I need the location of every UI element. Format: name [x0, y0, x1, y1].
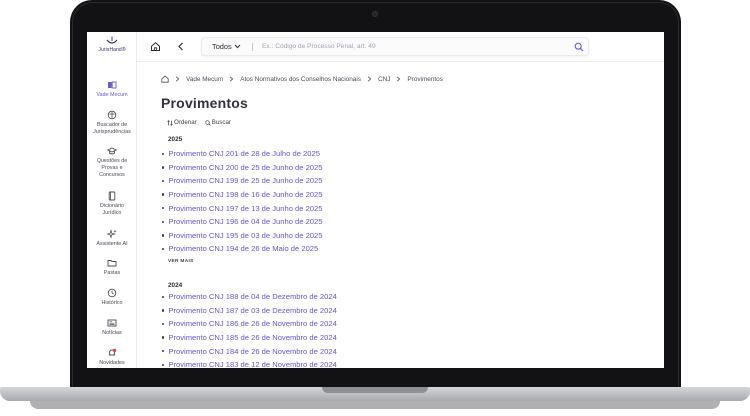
bell-icon [109, 348, 117, 356]
sidebar-item-whats-new[interactable]: Novidades [87, 348, 137, 367]
sort-label: Ordenar [174, 119, 197, 126]
page-title: Provimentos [161, 95, 248, 111]
sidebar-item-label: Questões de Provas e Concursos [96, 158, 128, 178]
sidebar-item-history[interactable]: Histórico [87, 288, 137, 307]
back-chevron-icon[interactable] [176, 41, 186, 52]
book-icon [108, 191, 116, 201]
document-link[interactable]: Provimento CNJ 194 de 26 de Maio de 2025 [161, 242, 322, 256]
document-link[interactable]: Provimento CNJ 198 de 16 de Junho de 202… [161, 188, 322, 202]
sidebar-item-label: Novidades [99, 360, 125, 366]
sidebar-item-news[interactable]: Notícias [87, 318, 137, 337]
search-divider [252, 43, 253, 51]
logo-mark-icon [106, 36, 118, 44]
history-icon [107, 288, 117, 298]
document-link[interactable]: Provimento CNJ 183 de 12 de Novembro de … [161, 358, 336, 368]
sidebar: JurisHand® Vade Mecum Buscador de Jurisp… [87, 32, 137, 368]
sidebar-item-label: Vade Mecum [96, 92, 128, 98]
breadcrumb: Vade Mecum Atos Normativos dos Conselhos… [161, 74, 443, 84]
laptop-base-notch [322, 387, 428, 393]
document-link[interactable]: Provimento CNJ 201 de 28 de Julho de 202… [161, 147, 322, 161]
book-open-icon [108, 81, 117, 89]
sidebar-item-folders[interactable]: Pastas [87, 258, 137, 277]
document-link[interactable]: Provimento CNJ 199 de 25 de Junho de 202… [161, 174, 322, 188]
chevron-right-icon [367, 76, 372, 82]
chevron-right-icon [230, 76, 234, 82]
document-list-2025: Provimento CNJ 201 de 28 de Julho de 202… [161, 147, 322, 256]
document-link[interactable]: Provimento CNJ 200 de 25 de Junho de 202… [161, 161, 322, 175]
sidebar-item-label: Pastas [103, 270, 121, 276]
sparkles-icon [107, 229, 117, 239]
laptop-base-shadow [30, 401, 720, 409]
app-screen: JurisHand® Vade Mecum Buscador de Jurisp… [87, 32, 664, 368]
graduation-cap-icon [107, 147, 117, 155]
filter-search-button[interactable]: Buscar [205, 119, 231, 126]
document-link[interactable]: Provimento CNJ 185 de 26 de Novembro de … [161, 331, 336, 345]
year-heading: 2024 [168, 282, 183, 289]
chevron-right-icon [175, 76, 180, 82]
search-label: Buscar [211, 119, 231, 126]
document-link[interactable]: Provimento CNJ 196 de 04 de Junho de 202… [161, 215, 322, 229]
search-scope-select[interactable]: Todos [212, 42, 232, 51]
search-icon [205, 119, 211, 126]
home-icon[interactable] [150, 41, 161, 52]
sort-button[interactable]: Ordenar [167, 119, 197, 126]
see-more-link[interactable]: VER MAIS [168, 259, 194, 264]
chevron-right-icon [397, 76, 401, 82]
main-content: Vade Mecum Atos Normativos dos Conselhos… [161, 62, 651, 368]
laptop-camera [372, 11, 378, 17]
year-heading: 2025 [168, 136, 183, 143]
document-link[interactable]: Provimento CNJ 187 de 03 de Dezembro de … [161, 304, 336, 318]
sidebar-item-label: Histórico [101, 300, 123, 306]
document-link[interactable]: Provimento CNJ 184 de 26 de Novembro de … [161, 344, 336, 358]
brand-logo[interactable]: JurisHand® [87, 36, 137, 53]
sidebar-item-label: Buscador de Jurisprudências [93, 122, 131, 135]
sidebar-item-ai-assistant[interactable]: Assistente AI [87, 229, 137, 248]
folder-icon [107, 260, 117, 267]
brand-name: JurisHand® [98, 47, 126, 53]
sidebar-item-vade-mecum[interactable]: Vade Mecum [87, 80, 137, 99]
breadcrumb-item[interactable]: Atos Normativos dos Conselhos Nacionais [240, 76, 361, 83]
breadcrumb-item[interactable]: Vade Mecum [186, 76, 223, 83]
sidebar-item-exam-questions[interactable]: Questões de Provas e Concursos [87, 146, 137, 178]
home-icon[interactable] [161, 75, 169, 83]
sort-icon [167, 119, 173, 126]
sidebar-item-label: Dicionário Jurídico [100, 203, 124, 216]
document-list-2024: Provimento CNJ 188 de 04 de Dezembro de … [161, 290, 336, 368]
scale-icon [107, 110, 117, 120]
document-link[interactable]: Provimento CNJ 186 de 26 de Novembro de … [161, 317, 336, 331]
sidebar-item-label: Notícias [102, 330, 122, 336]
sidebar-item-label: Assistente AI [96, 241, 128, 247]
document-link[interactable]: Provimento CNJ 195 de 03 de Junho de 202… [161, 229, 322, 243]
chevron-down-icon[interactable] [234, 44, 241, 49]
sidebar-item-jurisprudence-search[interactable]: Buscador de Jurisprudências [87, 110, 137, 136]
search-bar: Todos [201, 37, 589, 56]
document-link[interactable]: Provimento CNJ 197 de 13 de Junho de 202… [161, 201, 322, 215]
top-bar: Todos [137, 32, 664, 62]
document-link[interactable]: Provimento CNJ 188 de 04 de Dezembro de … [161, 290, 336, 304]
newspaper-icon [107, 319, 117, 327]
sidebar-item-legal-dictionary[interactable]: Dicionário Jurídico [87, 191, 137, 217]
search-input[interactable] [262, 40, 562, 53]
list-toolbar: Ordenar Buscar [167, 119, 239, 126]
breadcrumb-current: Provimentos [407, 75, 443, 83]
breadcrumb-item[interactable]: CNJ [378, 76, 390, 83]
search-icon[interactable] [574, 42, 584, 52]
